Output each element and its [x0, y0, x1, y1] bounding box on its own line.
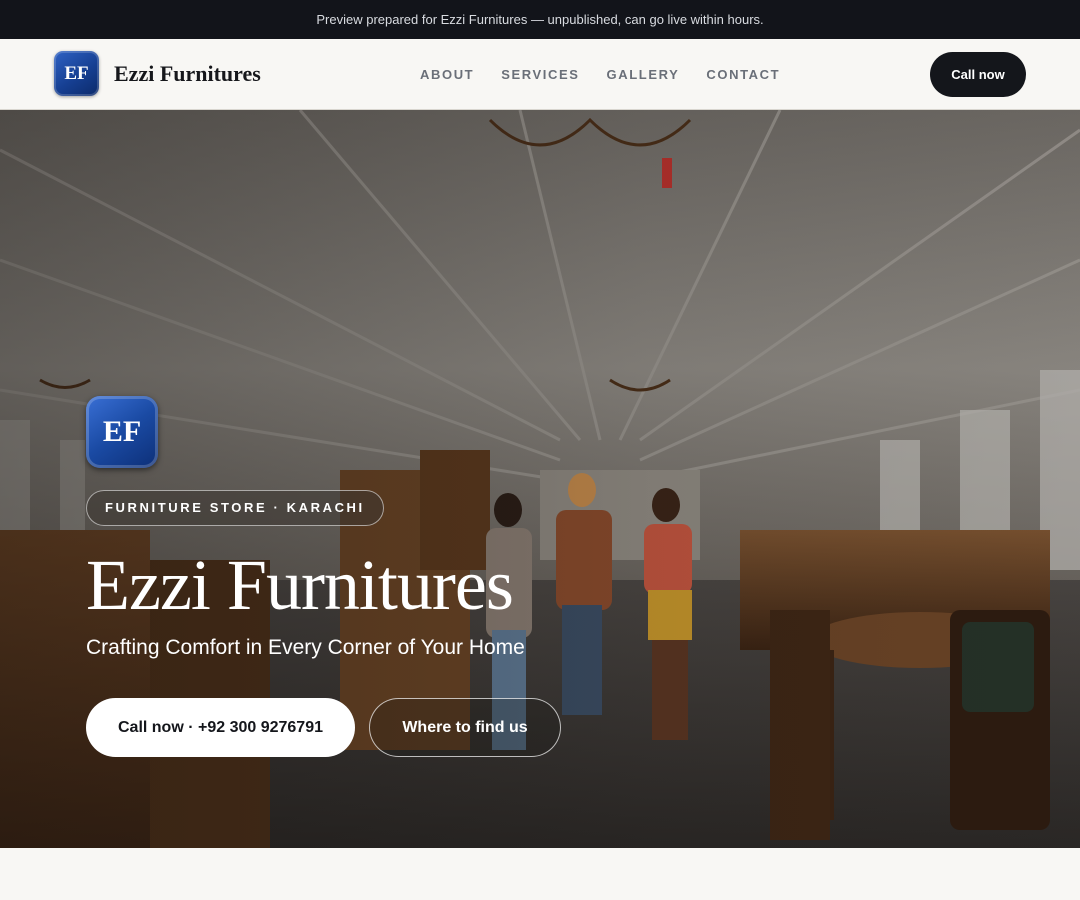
hero-logo-icon: EF [86, 396, 158, 468]
below-hero-section [0, 848, 1080, 900]
hero-title: Ezzi Furnitures [86, 545, 514, 625]
call-now-button[interactable]: Call now · +92 300 9276791 [86, 698, 355, 757]
header-call-button[interactable]: Call now [930, 52, 1026, 97]
where-to-find-us-button[interactable]: Where to find us [369, 698, 561, 757]
hero-category-badge: FURNITURE STORE · KARACHI [86, 490, 384, 526]
nav-link-gallery[interactable]: GALLERY [607, 67, 680, 82]
hero-section: EF FURNITURE STORE · KARACHI Ezzi Furnit… [0, 110, 1080, 848]
main-nav: ABOUT SERVICES GALLERY CONTACT [420, 39, 807, 110]
site-header: EF Ezzi Furnitures ABOUT SERVICES GALLER… [0, 39, 1080, 110]
nav-link-services[interactable]: SERVICES [501, 67, 579, 82]
logo-icon[interactable]: EF [54, 51, 99, 96]
nav-link-about[interactable]: ABOUT [420, 67, 474, 82]
hero-content: EF FURNITURE STORE · KARACHI Ezzi Furnit… [86, 396, 561, 757]
brand-name[interactable]: Ezzi Furnitures [114, 61, 261, 87]
nav-link-contact[interactable]: CONTACT [706, 67, 780, 82]
hero-actions: Call now · +92 300 9276791 Where to find… [86, 698, 561, 757]
preview-banner-text: Preview prepared for Ezzi Furnitures — u… [316, 12, 764, 27]
preview-banner: Preview prepared for Ezzi Furnitures — u… [0, 0, 1080, 39]
brand[interactable]: EF Ezzi Furnitures [54, 51, 261, 96]
hero-subtitle: Crafting Comfort in Every Corner of Your… [86, 636, 525, 659]
